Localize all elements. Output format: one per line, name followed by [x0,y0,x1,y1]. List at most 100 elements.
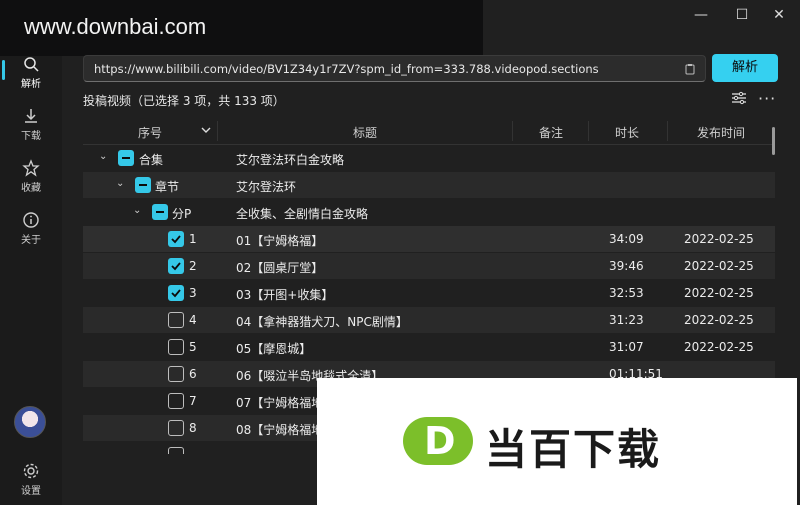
row-checkbox[interactable] [168,285,184,301]
check-icon [171,235,181,244]
sidebar-item-label: 关于 [21,235,41,246]
close-icon: ✕ [773,7,785,23]
row-date: 2022-02-25 [684,259,754,273]
url-value: https://www.bilibili.com/video/BV1Z34y1r… [94,62,599,76]
row-date: 2022-02-25 [684,232,754,246]
group-row[interactable]: ⌄ 分P 全收集、全剧情白金攻略 [83,199,775,225]
table-row[interactable]: 4 04【拿神器猎犬刀、NPC剧情】 31:23 2022-02-25 [83,307,775,333]
row-checkbox[interactable] [168,339,184,355]
sidebar-item-about[interactable]: 关于 [0,211,62,261]
row-title: 08【宁姆格福地 [236,423,324,437]
row-number: 2 [189,259,197,273]
sidebar-item-label: 解析 [21,79,41,90]
row-number: 1 [189,232,197,246]
logo-mark: D [403,417,473,465]
gear-icon [23,463,39,479]
minimize-icon: — [694,7,708,23]
sidebar-item-parse[interactable]: 解析 [0,55,62,105]
row-title: 03【开图+收集】 [236,288,334,302]
row-date: 2022-02-25 [684,286,754,300]
table-row[interactable]: 5 05【摩恩城】 31:07 2022-02-25 [83,334,775,360]
partial-checkbox[interactable] [152,204,168,220]
chevron-down-icon[interactable] [201,126,211,134]
row-checkbox[interactable] [168,393,184,409]
column-divider [512,121,513,141]
row-date: 2022-02-25 [684,313,754,327]
partial-checkbox[interactable] [135,177,151,193]
watermark-text: www.downbai.com [24,14,207,39]
partial-checkbox[interactable] [118,150,134,166]
group-title: 全收集、全剧情白金攻略 [236,207,369,221]
logo-mark-letter: D [424,419,456,463]
close-button[interactable]: ✕ [756,0,800,30]
row-checkbox[interactable] [168,366,184,382]
info-icon [23,212,39,228]
minimize-button[interactable]: — [678,0,724,30]
table-row[interactable]: 3 03【开图+收集】 32:53 2022-02-25 [83,280,775,306]
row-number: 6 [189,367,197,381]
group-label: 合集 [139,153,164,167]
avatar[interactable] [14,406,46,438]
row-checkbox[interactable] [168,231,184,247]
group-title: 艾尔登法环 [236,180,297,194]
row-title: 04【拿神器猎犬刀、NPC剧情】 [236,315,408,329]
column-title[interactable]: 标题 [353,124,377,141]
sidebar-item-favorites[interactable]: 收藏 [0,159,62,209]
check-icon [171,262,181,271]
row-duration: 31:07 [609,340,644,354]
logo-overlay: D 当百下载 [317,378,797,505]
sidebar-item-download[interactable]: 下载 [0,107,62,157]
group-row[interactable]: ⌄ 章节 艾尔登法环 [83,172,775,198]
row-date: 2022-02-25 [684,340,754,354]
star-icon [22,159,40,177]
column-duration[interactable]: 时长 [615,124,639,141]
chevron-down-icon[interactable]: ⌄ [99,151,107,162]
row-number: 8 [189,421,197,435]
group-label: 分P [172,207,192,221]
row-title: 05【摩恩城】 [236,342,312,356]
column-divider [217,121,218,141]
group-row[interactable]: ⌄ 合集 艾尔登法环白金攻略 [83,145,775,171]
sidebar-item-settings[interactable]: 设置 [0,462,62,505]
group-title: 艾尔登法环白金攻略 [236,153,345,167]
row-title: 07【宁姆格福地 [236,396,324,410]
group-label: 章节 [155,180,180,194]
download-icon [25,109,37,123]
watermark-banner: www.downbai.com [0,0,483,56]
row-title: 01【宁姆格福】 [236,234,324,248]
table-header: 序号 标题 备注 时长 发布时间 [83,117,775,145]
selection-summary: 投稿视频（已选择 3 项，共 133 项） [83,94,285,108]
row-title: 02【圆桌厅堂】 [236,261,324,275]
url-input[interactable]: https://www.bilibili.com/video/BV1Z34y1r… [83,55,706,82]
column-index[interactable]: 序号 [138,124,162,141]
row-checkbox[interactable] [168,312,184,328]
filter-settings-icon[interactable] [731,91,747,105]
sidebar-item-label: 收藏 [21,183,41,194]
column-note[interactable]: 备注 [539,124,563,141]
row-duration: 32:53 [609,286,644,300]
maximize-icon: ☐ [735,7,749,23]
row-number: 5 [189,340,197,354]
clipboard-icon[interactable] [685,63,695,75]
column-divider [667,121,668,141]
more-options-icon[interactable]: ··· [758,89,776,108]
column-date[interactable]: 发布时间 [697,124,745,141]
parse-button[interactable]: 解析 [712,54,778,82]
row-duration: 31:23 [609,313,644,327]
table-row[interactable]: 2 02【圆桌厅堂】 39:46 2022-02-25 [83,253,775,279]
check-icon [171,289,181,298]
row-number: 4 [189,313,197,327]
column-divider [588,121,589,141]
chevron-down-icon[interactable]: ⌄ [116,178,124,189]
row-duration: 39:46 [609,259,644,273]
table-row[interactable]: 1 01【宁姆格福】 34:09 2022-02-25 [83,226,775,252]
chevron-down-icon[interactable]: ⌄ [133,205,141,216]
logo-text: 当百下载 [485,425,662,474]
row-number: 3 [189,286,197,300]
sidebar-item-label: 下载 [21,131,41,142]
row-checkbox[interactable] [168,447,184,454]
row-checkbox[interactable] [168,420,184,436]
row-checkbox[interactable] [168,258,184,274]
sidebar: 解析 下载 收藏 关于 设置 [0,0,62,505]
row-duration: 34:09 [609,232,644,246]
